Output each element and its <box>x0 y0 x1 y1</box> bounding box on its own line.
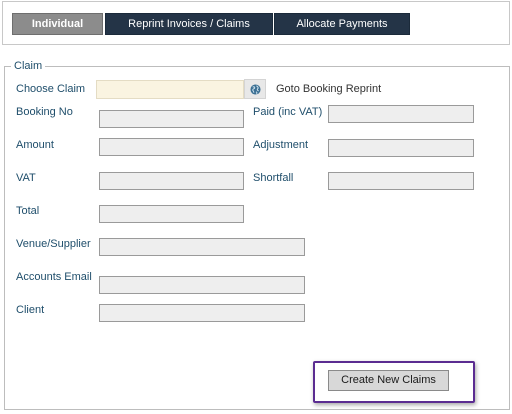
venue-supplier-label: Venue/Supplier <box>16 238 91 250</box>
total-label: Total <box>16 205 40 217</box>
amount-field[interactable] <box>99 138 244 156</box>
shortfall-field[interactable] <box>328 172 474 190</box>
goto-booking-reprint-label[interactable]: Goto Booking Reprint <box>276 83 381 95</box>
accounts-email-label: Accounts Email <box>16 271 92 283</box>
globe-icon <box>249 83 261 95</box>
accounts-email-field[interactable] <box>99 276 305 294</box>
tab-individual[interactable]: Individual <box>12 13 103 35</box>
tab-allocate-payments[interactable]: Allocate Payments <box>274 13 410 35</box>
goto-booking-globe-button[interactable] <box>244 79 266 99</box>
tab-reprint-invoices-claims[interactable]: Reprint Invoices / Claims <box>105 13 273 35</box>
tab-bar: Individual Reprint Invoices / Claims All… <box>2 1 510 45</box>
client-field[interactable] <box>99 304 305 322</box>
adjustment-label: Adjustment <box>253 139 309 151</box>
choose-claim-input[interactable] <box>96 80 244 99</box>
paid-inc-vat-label: Paid (inc VAT) <box>253 106 323 118</box>
total-field[interactable] <box>99 205 244 223</box>
adjustment-field[interactable] <box>328 139 474 157</box>
booking-no-label: Booking No <box>16 106 73 118</box>
claim-legend: Claim <box>14 60 43 72</box>
choose-claim-label: Choose Claim <box>16 83 86 95</box>
client-label: Client <box>16 304 45 316</box>
venue-supplier-field[interactable] <box>99 238 305 256</box>
amount-label: Amount <box>16 139 54 151</box>
create-new-claims-button[interactable]: Create New Claims <box>328 370 449 391</box>
shortfall-label: Shortfall <box>253 172 294 184</box>
vat-field[interactable] <box>99 172 244 190</box>
vat-label: VAT <box>16 172 36 184</box>
booking-no-field[interactable] <box>99 110 244 128</box>
paid-inc-vat-field[interactable] <box>328 105 474 123</box>
